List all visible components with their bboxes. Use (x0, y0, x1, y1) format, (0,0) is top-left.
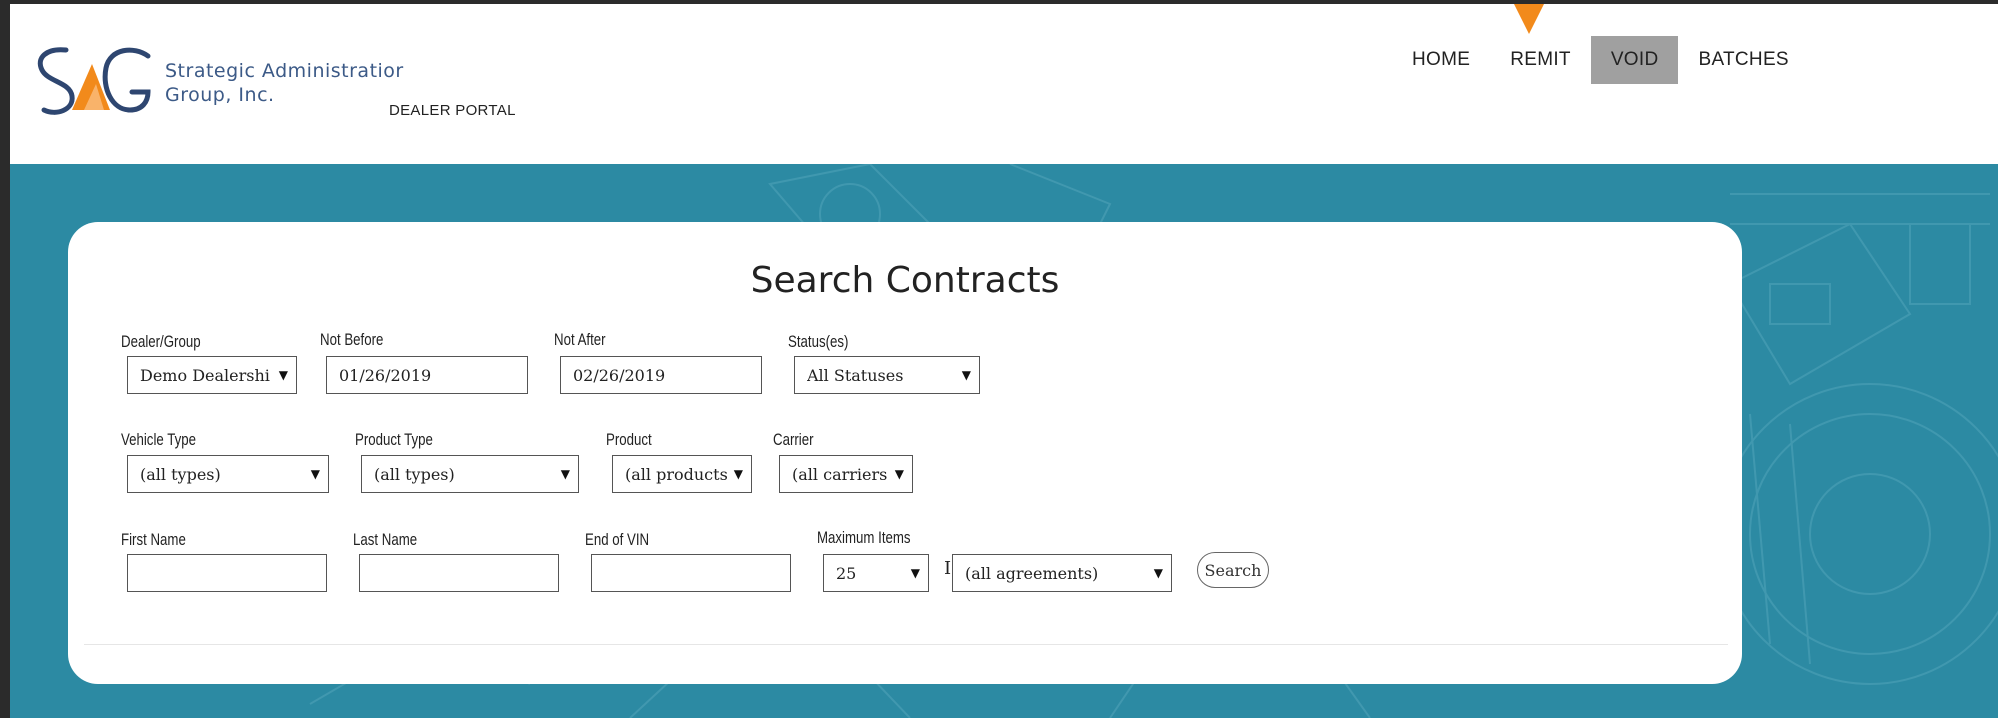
search-button[interactable]: Search (1197, 552, 1269, 588)
product-value: (all products (625, 464, 727, 484)
product-label: Product (606, 430, 652, 449)
product-type-select[interactable]: (all types) ▼ (361, 455, 579, 493)
not-after-input[interactable]: 02/26/2019 (560, 356, 762, 394)
vehicle-type-label: Vehicle Type (121, 430, 196, 449)
nav-void[interactable]: VOID (1590, 36, 1679, 84)
brand-name-line1: Strategic Administratior (165, 60, 404, 82)
chevron-down-icon: ▼ (560, 467, 570, 481)
nav-home[interactable]: HOME (1392, 36, 1490, 84)
last-name-input[interactable] (359, 554, 559, 592)
chevron-down-icon: ▼ (310, 467, 320, 481)
dealer-group-label: Dealer/Group (121, 332, 201, 351)
last-name-label: Last Name (353, 530, 418, 549)
brand-name: Strategic Administratior Group, Inc. (165, 59, 404, 107)
chevron-down-icon: ▼ (278, 368, 288, 382)
agreements-value: (all agreements) (965, 563, 1099, 583)
nav-remit[interactable]: REMIT (1490, 36, 1591, 84)
browser-viewport: Strategic Administratior Group, Inc. DEA… (10, 4, 1998, 718)
chevron-down-icon: ▼ (1153, 566, 1163, 580)
portal-label: DEALER PORTAL (389, 102, 516, 119)
dealer-group-select[interactable]: Demo Dealershi ▼ (127, 356, 297, 394)
brand-name-line2: Group, Inc. (165, 84, 275, 106)
statuses-select[interactable]: All Statuses ▼ (794, 356, 980, 394)
dealer-group-value: Demo Dealershi (140, 365, 270, 385)
vehicle-type-select[interactable]: (all types) ▼ (127, 455, 329, 493)
maximum-items-select[interactable]: 25 ▼ (823, 554, 929, 592)
chevron-down-icon: ▼ (894, 467, 904, 481)
sag-logo[interactable] (30, 44, 152, 124)
end-of-vin-label: End of VIN (585, 530, 650, 549)
site-header: Strategic Administratior Group, Inc. DEA… (10, 4, 1998, 164)
agreements-select[interactable]: (all agreements) ▼ (952, 554, 1172, 592)
card-divider (84, 644, 1728, 645)
statuses-value: All Statuses (807, 365, 904, 385)
chevron-down-icon: ▼ (961, 368, 971, 382)
first-name-input[interactable] (127, 554, 327, 592)
end-of-vin-input[interactable] (591, 554, 791, 592)
carrier-value: (all carriers (792, 464, 888, 484)
chevron-down-icon: ▼ (910, 566, 920, 580)
vehicle-type-value: (all types) (140, 464, 221, 484)
not-after-label: Not After (554, 330, 606, 349)
carrier-select[interactable]: (all carriers ▼ (779, 455, 913, 493)
search-contracts-card: Search Contracts Dealer/Group Demo Deale… (68, 222, 1742, 684)
main-nav: HOME REMIT VOID BATCHES (1392, 36, 1809, 84)
nav-batches[interactable]: BATCHES (1678, 36, 1808, 84)
product-type-label: Product Type (355, 430, 433, 449)
page-title: Search Contracts (750, 260, 1060, 301)
chevron-down-icon: ▼ (733, 467, 743, 481)
not-before-label: Not Before (320, 330, 384, 349)
maximum-items-value: 25 (836, 563, 857, 583)
stray-text: I (944, 558, 952, 579)
product-type-value: (all types) (374, 464, 455, 484)
nav-pointer-marker (1511, 4, 1547, 34)
statuses-label: Status(es) (788, 332, 849, 351)
carrier-label: Carrier (773, 430, 814, 449)
product-select[interactable]: (all products ▼ (612, 455, 752, 493)
maximum-items-label: Maximum Items (817, 528, 911, 547)
first-name-label: First Name (121, 530, 186, 549)
not-before-input[interactable]: 01/26/2019 (326, 356, 528, 394)
